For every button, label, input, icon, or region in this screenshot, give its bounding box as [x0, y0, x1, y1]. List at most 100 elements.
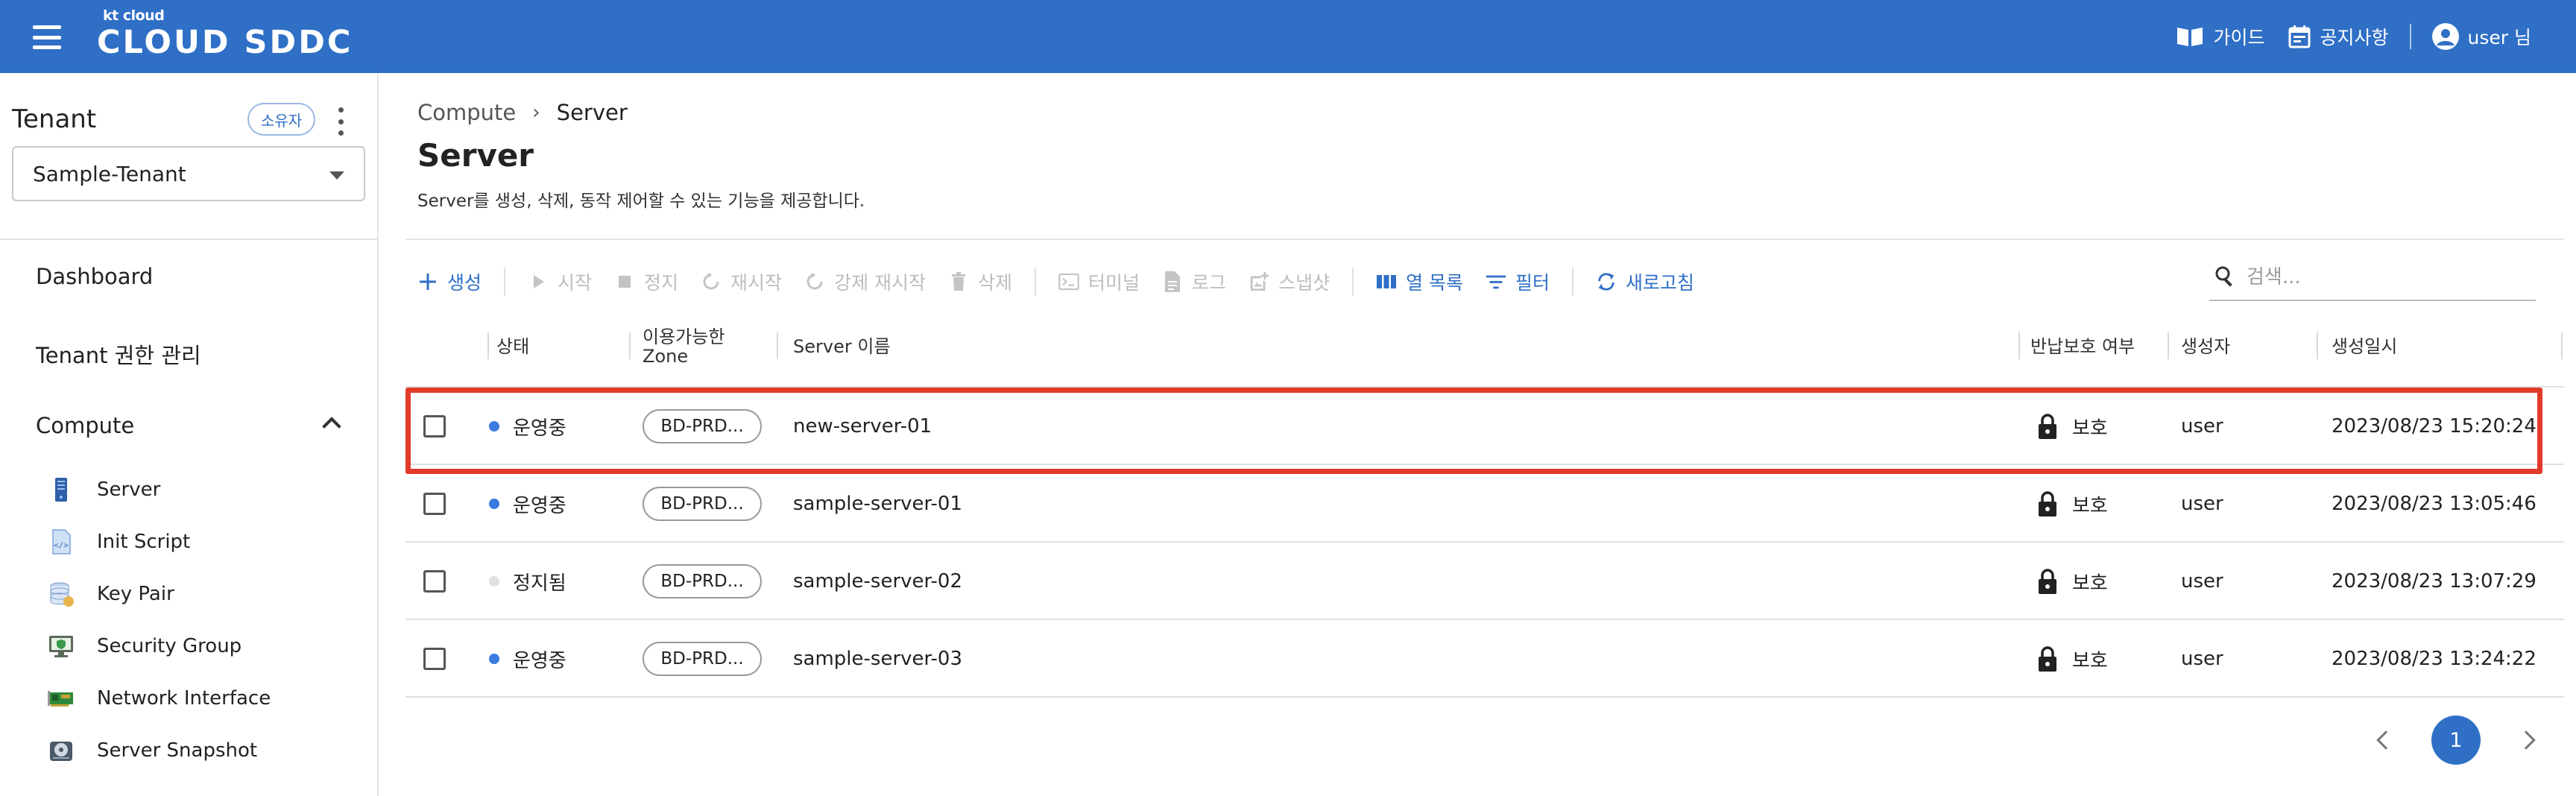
notice-link[interactable]: 공지사항 [2288, 23, 2389, 50]
creator-text: user [2181, 648, 2223, 670]
snapshot-button[interactable]: 스냅샷 [1248, 258, 1330, 306]
guide-link[interactable]: 가이드 [2176, 23, 2265, 50]
server-table: 상태 이용가능한 Zone Server 이름 반납보호 여부 생성자 생성일시… [405, 306, 2564, 698]
columns-label: 열 목록 [1406, 272, 1464, 294]
zone-chip[interactable]: BD-PRD... [643, 409, 762, 443]
delete-label: 삭제 [978, 272, 1013, 294]
nav-compute[interactable]: Compute [36, 413, 134, 438]
calendar-icon [2288, 25, 2311, 48]
database-icon [46, 579, 76, 609]
nav-compute-network-interface[interactable]: Network Interface [46, 680, 271, 717]
add-photo-icon [1248, 271, 1269, 292]
row-checkbox[interactable] [423, 493, 446, 515]
start-button[interactable]: 시작 [528, 258, 592, 306]
protection-text: 보호 [2072, 417, 2108, 440]
stop-button[interactable]: 정지 [614, 258, 678, 306]
nav-init-script-label: Init Script [97, 531, 191, 553]
protection-cell: 보호 [2036, 620, 2108, 698]
filter-list-icon [1486, 271, 1506, 292]
status-text: 운영중 [513, 417, 566, 440]
table-row[interactable]: 정지됨 BD-PRD... sample-server-02 보호 user 2… [405, 543, 2564, 620]
status-dot [489, 576, 499, 587]
dropdown-caret-icon [329, 171, 344, 180]
user-menu[interactable]: user 님 [2431, 23, 2531, 50]
server-name[interactable]: sample-server-01 [793, 465, 962, 543]
force-restart-label: 강제 재시작 [834, 272, 926, 294]
main-content: Compute › Server Server Server를 생성, 삭제, … [380, 73, 2576, 796]
terminal-button[interactable]: 터미널 [1058, 258, 1140, 306]
zone-chip[interactable]: BD-PRD... [643, 564, 762, 598]
delete-button[interactable]: 삭제 [948, 258, 1012, 306]
zone-chip[interactable]: BD-PRD... [643, 487, 762, 521]
nav-compute-security-group[interactable]: Security Group [46, 628, 242, 665]
refresh-button[interactable]: 새로고침 [1596, 258, 1694, 306]
col-header-name[interactable]: Server 이름 [793, 306, 891, 388]
nav-compute-server-snapshot[interactable]: Server Snapshot [46, 732, 257, 769]
chevron-right-icon[interactable] [2516, 730, 2536, 750]
log-label: 로그 [1192, 272, 1227, 294]
col-header-created[interactable]: 생성일시 [2332, 306, 2397, 388]
status-cell: 운영중 [489, 620, 566, 698]
nav-server-snapshot-label: Server Snapshot [97, 739, 258, 762]
stop-icon [614, 271, 635, 292]
nav-compute-server[interactable]: Server [46, 471, 160, 508]
chevron-up-icon[interactable] [322, 417, 341, 436]
page-button-current[interactable]: 1 [2431, 716, 2481, 765]
server-name[interactable]: sample-server-03 [793, 620, 962, 698]
log-button[interactable]: 로그 [1162, 258, 1226, 306]
created-text: 2023/08/23 13:07:29 [2332, 570, 2536, 593]
server-name[interactable]: new-server-01 [793, 388, 932, 465]
breadcrumb-compute[interactable]: Compute [417, 100, 516, 125]
filter-label: 필터 [1515, 272, 1550, 294]
status-text: 운영중 [513, 494, 566, 517]
table-row[interactable]: 운영중 BD-PRD... new-server-01 보호 user 2023… [405, 388, 2564, 465]
nav-network-interface-label: Network Interface [97, 687, 271, 710]
lock-icon [2036, 567, 2059, 596]
nav-tenant-permission[interactable]: Tenant 권한 관리 [36, 338, 201, 370]
status-dot [489, 421, 499, 432]
row-checkbox[interactable] [423, 415, 446, 438]
status-text: 운영중 [513, 649, 566, 672]
refresh-label: 새로고침 [1626, 272, 1695, 294]
terminal-icon [1058, 271, 1079, 292]
search-box[interactable] [2209, 255, 2536, 301]
chevron-left-icon[interactable] [2376, 730, 2396, 750]
col-header-protection[interactable]: 반납보호 여부 [2030, 306, 2135, 388]
nav-compute-key-pair[interactable]: Key Pair [46, 575, 174, 613]
force-restart-button[interactable]: 강제 재시작 [804, 258, 926, 306]
create-button[interactable]: 생성 [417, 258, 482, 306]
restart-label: 재시작 [730, 272, 783, 294]
nav-compute-init-script[interactable]: </> Init Script [46, 523, 190, 560]
filter-button[interactable]: 필터 [1486, 258, 1550, 306]
search-input[interactable] [2247, 266, 2515, 288]
zone-chip[interactable]: BD-PRD... [643, 642, 762, 676]
protection-cell: 보호 [2036, 388, 2108, 465]
row-checkbox[interactable] [423, 648, 446, 670]
table-row[interactable]: 운영중 BD-PRD... sample-server-01 보호 user 2… [405, 465, 2564, 543]
more-vert-icon[interactable] [335, 107, 346, 136]
document-icon [1162, 271, 1183, 292]
tenant-select[interactable]: Sample-Tenant [12, 146, 365, 201]
hamburger-menu-icon[interactable] [30, 22, 64, 52]
server-icon [46, 475, 76, 505]
column-divider [487, 332, 489, 359]
trash-icon [948, 271, 969, 292]
row-checkbox[interactable] [423, 570, 446, 593]
toolbar-divider [1352, 268, 1354, 296]
col-header-creator[interactable]: 생성자 [2181, 306, 2230, 388]
col-header-status[interactable]: 상태 [496, 306, 529, 388]
logo-brand-main: CLOUD SDDC [97, 24, 353, 61]
nav-dashboard[interactable]: Dashboard [36, 264, 153, 289]
svg-text:</>: </> [54, 540, 69, 550]
refresh-icon [1596, 271, 1617, 292]
column-divider [629, 332, 631, 359]
table-row[interactable]: 운영중 BD-PRD... sample-server-03 보호 user 2… [405, 620, 2564, 698]
network-card-icon [46, 683, 76, 713]
server-name[interactable]: sample-server-02 [793, 543, 962, 620]
status-dot [489, 654, 499, 664]
user-account-icon [2431, 23, 2459, 50]
col-header-zone[interactable]: 이용가능한 Zone [643, 306, 724, 388]
restart-button[interactable]: 재시작 [701, 258, 782, 306]
columns-button[interactable]: 열 목록 [1376, 258, 1463, 306]
column-divider [2018, 332, 2020, 359]
